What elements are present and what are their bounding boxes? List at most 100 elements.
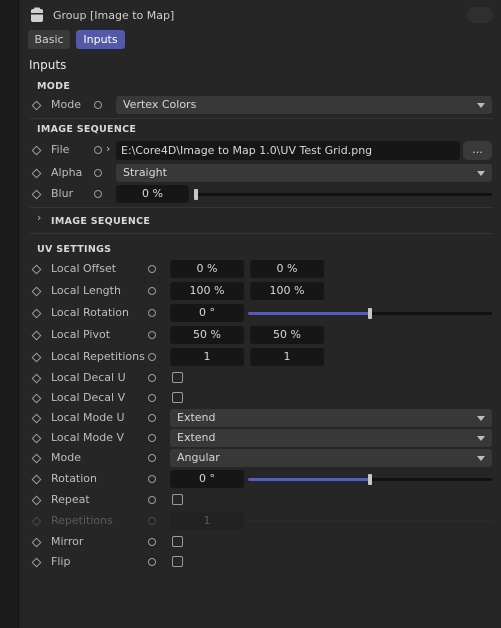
slider-handle[interactable]	[368, 308, 372, 319]
local-pivot-u-field[interactable]: 50 %	[170, 326, 244, 344]
collapsed-group-label[interactable]: IMAGE SEQUENCE	[51, 216, 150, 227]
panel-header: Group [Image to Map]	[22, 0, 501, 30]
separator	[30, 233, 493, 234]
keyframe-diamond-icon[interactable]	[31, 413, 42, 424]
local-mode-u-dropdown[interactable]: Extend	[170, 409, 492, 427]
param-row-local-decal-v: Local Decal V	[22, 389, 501, 407]
mode-dropdown[interactable]: Vertex Colors	[116, 96, 492, 114]
keyframe-diamond-icon[interactable]	[31, 393, 42, 404]
param-label: Repeat	[51, 493, 90, 506]
port-circle-icon	[148, 517, 156, 525]
local-repetitions-v-field[interactable]: 1	[250, 348, 324, 366]
repeat-checkbox[interactable]	[172, 494, 183, 505]
keyframe-diamond-icon[interactable]	[31, 537, 42, 548]
port-circle-icon[interactable]	[148, 353, 156, 361]
port-circle-icon[interactable]	[148, 394, 156, 402]
keyframe-diamond-icon[interactable]	[31, 308, 42, 319]
port-circle-icon[interactable]	[148, 475, 156, 483]
port-circle-icon[interactable]	[94, 101, 102, 109]
blur-slider[interactable]	[194, 189, 492, 200]
uv-mode-dropdown[interactable]: Angular	[170, 449, 492, 467]
keyframe-diamond-icon[interactable]	[31, 100, 42, 111]
port-circle-icon[interactable]	[148, 496, 156, 504]
dropdown-value: Vertex Colors	[123, 98, 197, 111]
keyframe-diamond-icon[interactable]	[31, 453, 42, 464]
port-circle-icon[interactable]	[94, 169, 102, 177]
chevron-right-icon[interactable]: ›	[106, 142, 110, 155]
local-rotation-slider[interactable]	[248, 308, 492, 319]
keyframe-diamond-icon[interactable]	[31, 495, 42, 506]
file-path-field[interactable]: E:\Core4D\Image to Map 1.0\UV Test Grid.…	[116, 141, 460, 160]
port-circle-icon[interactable]	[148, 454, 156, 462]
keyframe-diamond-icon[interactable]	[31, 373, 42, 384]
param-row-alpha: Alpha Straight	[22, 164, 501, 182]
blur-value-field[interactable]: 0 %	[116, 185, 189, 203]
local-length-v-field[interactable]: 100 %	[250, 282, 324, 300]
chevron-right-icon[interactable]: ›	[37, 211, 41, 224]
slider-handle[interactable]	[194, 189, 198, 200]
keyframe-diamond-icon[interactable]	[31, 474, 42, 485]
keyframe-diamond-icon[interactable]	[31, 286, 42, 297]
param-label: Local Mode V	[51, 431, 124, 444]
dropdown-value: Angular	[177, 451, 220, 464]
param-row-local-decal-u: Local Decal U	[22, 369, 501, 387]
param-label: Local Rotation	[51, 306, 130, 319]
port-circle-icon[interactable]	[148, 558, 156, 566]
mirror-checkbox[interactable]	[172, 536, 183, 547]
port-circle-icon[interactable]	[94, 146, 102, 154]
dropdown-value: Extend	[177, 431, 216, 444]
param-row-local-rotation: Local Rotation 0 °	[22, 304, 501, 322]
port-circle-icon[interactable]	[148, 538, 156, 546]
group-node-icon	[31, 7, 43, 22]
keyframe-diamond-icon[interactable]	[31, 330, 42, 341]
local-offset-u-field[interactable]: 0 %	[170, 260, 244, 278]
local-length-u-field[interactable]: 100 %	[170, 282, 244, 300]
alpha-dropdown[interactable]: Straight	[116, 164, 492, 182]
browse-file-button[interactable]: ...	[463, 141, 492, 160]
header-toggle[interactable]	[467, 7, 493, 23]
local-decal-u-checkbox[interactable]	[172, 372, 183, 383]
param-label: Local Decal V	[51, 391, 126, 404]
slider-handle[interactable]	[368, 474, 372, 485]
param-row-flip: Flip	[22, 553, 501, 571]
port-circle-icon[interactable]	[148, 265, 156, 273]
local-mode-v-dropdown[interactable]: Extend	[170, 429, 492, 447]
port-circle-icon[interactable]	[148, 374, 156, 382]
dropdown-value: Straight	[123, 166, 167, 179]
keyframe-diamond-icon[interactable]	[31, 189, 42, 200]
port-circle-icon[interactable]	[148, 331, 156, 339]
local-rotation-value-field[interactable]: 0 °	[170, 304, 244, 322]
port-circle-icon[interactable]	[94, 190, 102, 198]
param-label: Local Pivot	[51, 328, 111, 341]
port-circle-icon[interactable]	[148, 309, 156, 317]
keyframe-diamond-icon[interactable]	[31, 433, 42, 444]
keyframe-diamond-icon[interactable]	[31, 352, 42, 363]
param-label: Mirror	[51, 535, 84, 548]
local-decal-v-checkbox[interactable]	[172, 392, 183, 403]
section-title: Inputs	[29, 58, 67, 72]
port-circle-icon[interactable]	[148, 414, 156, 422]
keyframe-diamond-icon[interactable]	[31, 264, 42, 275]
param-label: Flip	[51, 555, 71, 568]
param-label: Blur	[51, 187, 74, 200]
keyframe-diamond-icon[interactable]	[31, 557, 42, 568]
local-pivot-v-field[interactable]: 50 %	[250, 326, 324, 344]
port-circle-icon[interactable]	[148, 287, 156, 295]
keyframe-diamond-icon[interactable]	[31, 145, 42, 156]
local-offset-v-field[interactable]: 0 %	[250, 260, 324, 278]
local-repetitions-u-field[interactable]: 1	[170, 348, 244, 366]
param-label: Alpha	[51, 166, 83, 179]
rotation-slider[interactable]	[248, 474, 492, 485]
group-label-mode: MODE	[37, 81, 71, 92]
tab-basic[interactable]: Basic	[28, 30, 70, 49]
attribute-panel: Group [Image to Map] Basic Inputs Inputs…	[22, 0, 501, 628]
port-circle-icon[interactable]	[148, 434, 156, 442]
param-row-local-offset: Local Offset 0 % 0 %	[22, 260, 501, 278]
flip-checkbox[interactable]	[172, 556, 183, 567]
param-label: Local Length	[51, 284, 121, 297]
param-row-rotation: Rotation 0 °	[22, 470, 501, 488]
tab-inputs[interactable]: Inputs	[76, 30, 125, 49]
keyframe-diamond-icon[interactable]	[31, 168, 42, 179]
rotation-value-field[interactable]: 0 °	[170, 470, 244, 488]
chevron-down-icon	[477, 416, 485, 421]
